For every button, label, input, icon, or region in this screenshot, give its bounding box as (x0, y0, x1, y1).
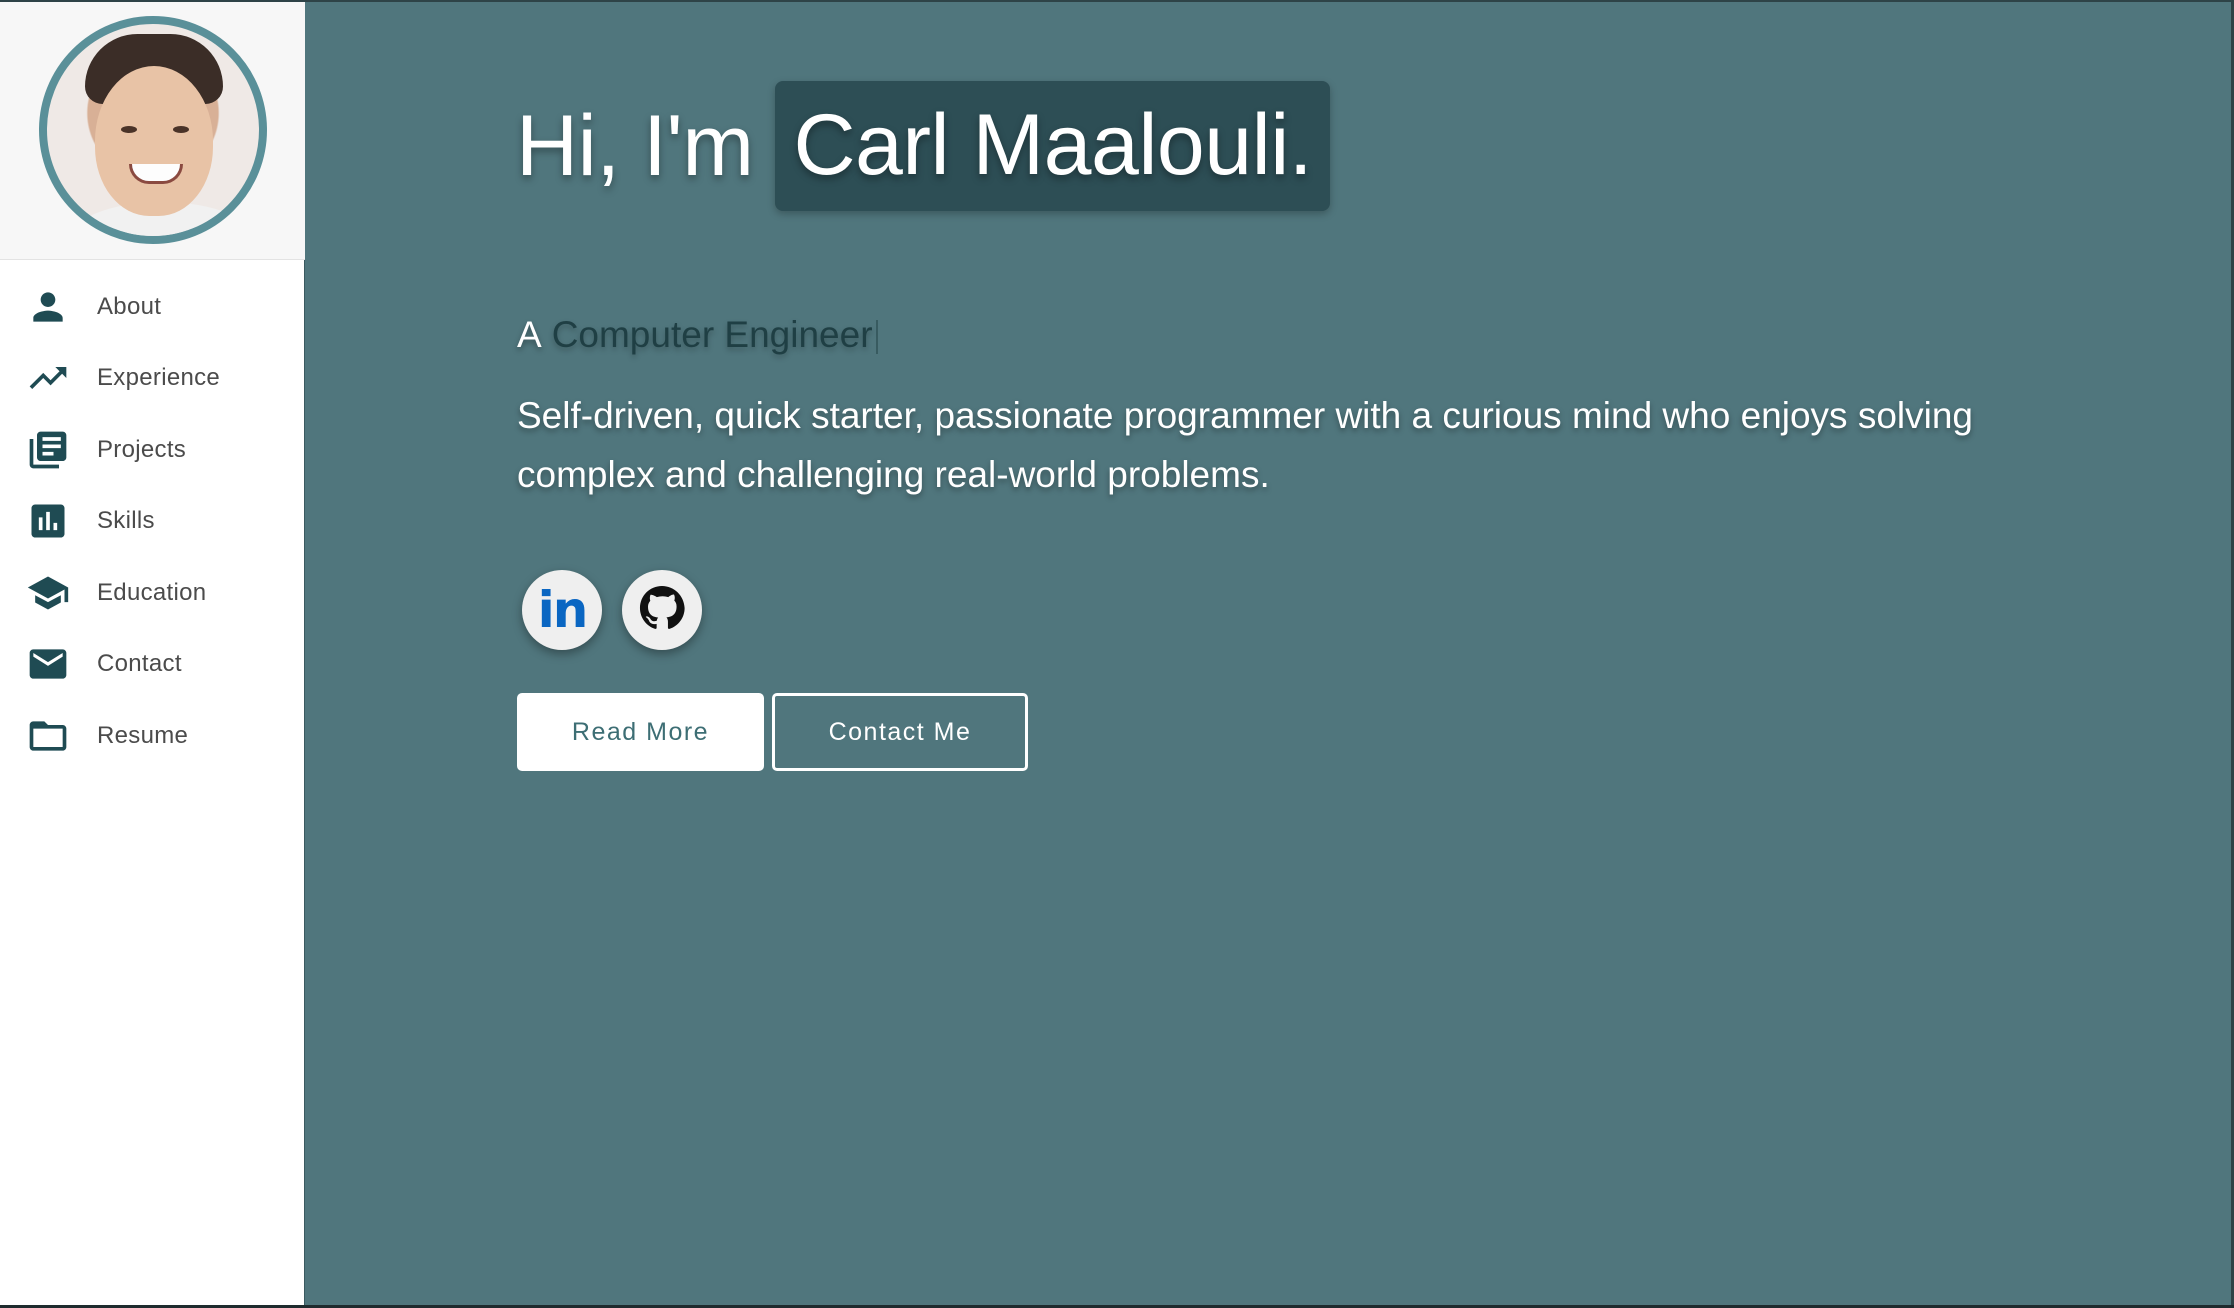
sidebar-item-about[interactable]: About (0, 271, 304, 343)
sidebar-item-projects[interactable]: Projects (0, 414, 304, 486)
person-icon (26, 285, 70, 329)
contact-me-button[interactable]: Contact Me (772, 693, 1028, 771)
avatar (38, 15, 267, 244)
sidebar-item-skills[interactable]: Skills (0, 486, 304, 558)
folder-icon (26, 714, 70, 758)
graduation-cap-icon (26, 571, 70, 615)
sidebar-item-label: Experience (97, 364, 221, 392)
sidebar-item-label: Education (97, 578, 207, 606)
linkedin-link[interactable]: in (522, 570, 602, 650)
sidebar-item-contact[interactable]: Contact (0, 629, 304, 701)
sidebar-item-label: About (97, 292, 162, 320)
trending-up-icon (26, 356, 70, 400)
avatar-eye (172, 125, 189, 133)
avatar-face (94, 65, 213, 216)
social-links: in (522, 570, 702, 650)
bar-chart-icon (26, 499, 70, 543)
hero-role: A Computer Engineer (517, 314, 878, 356)
mail-icon (26, 642, 70, 686)
sidebar-item-label: Skills (97, 507, 155, 535)
sidebar-item-resume[interactable]: Resume (0, 700, 304, 772)
hero-title: Hi, I'm Carl Maalouli. (516, 80, 1331, 212)
github-icon (639, 585, 685, 636)
github-link[interactable] (622, 570, 702, 650)
sidebar-item-label: Contact (97, 650, 182, 678)
typing-cursor (875, 320, 878, 355)
hero-role-prefix: A (517, 314, 542, 355)
window-top-border (0, 0, 2234, 2)
sidebar-item-experience[interactable]: Experience (0, 343, 304, 415)
hero-name-highlight: Carl Maalouli. (775, 81, 1331, 211)
profile-header (0, 0, 305, 260)
linkedin-icon: in (537, 581, 589, 639)
read-more-button[interactable]: Read More (517, 693, 764, 771)
sidebar-item-education[interactable]: Education (0, 557, 304, 629)
sidebar: About Experience Projects Skills Educati… (0, 0, 305, 1308)
hero-buttons: Read More Contact Me (517, 693, 1028, 771)
hero-greeting: Hi, I'm (516, 97, 754, 194)
hero-tagline: Self-driven, quick starter, passionate p… (517, 395, 1973, 495)
hero-section: Hi, I'm Carl Maalouli. A Computer Enginee… (306, 0, 2231, 1305)
library-books-icon (26, 428, 70, 472)
hero-role-typed: Computer Engineer (551, 314, 873, 355)
avatar-eye (120, 125, 137, 133)
sidebar-item-label: Resume (97, 721, 189, 749)
sidebar-item-label: Projects (97, 435, 187, 463)
sidebar-nav: About Experience Projects Skills Educati… (0, 271, 304, 772)
